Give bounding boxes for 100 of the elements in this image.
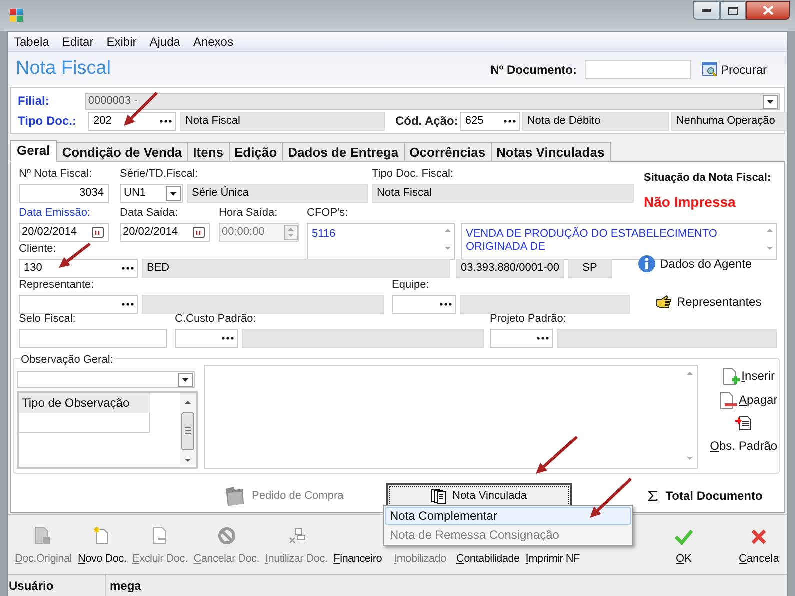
group-title: Observação Geral: — [20, 352, 114, 368]
text-field[interactable]: 3034 — [19, 184, 109, 203]
search-button[interactable]: Procurar — [702, 60, 767, 78]
tab[interactable]: Itens — [187, 142, 230, 162]
status-value: mega — [109, 578, 142, 595]
checkmark-icon — [674, 528, 693, 544]
observation-action-button[interactable]: Apagar — [720, 391, 778, 409]
field-label: Hora Saída: — [219, 207, 278, 220]
observation-action-button[interactable]: Obs. Padrão — [710, 415, 778, 455]
menu-item[interactable]: Ajuda — [150, 32, 180, 50]
maximize-icon — [728, 6, 738, 14]
caret-icon — [170, 192, 177, 196]
ellipsis-icon — [160, 120, 172, 123]
search-window-icon — [702, 62, 718, 77]
hand-pointing-icon — [656, 295, 673, 309]
status-label: Situação da Nota Fiscal: — [644, 171, 772, 186]
field-label: Nº Nota Fiscal: — [19, 168, 92, 181]
maximize-button[interactable] — [720, 1, 746, 20]
observation-action-button[interactable]: Inserir — [722, 367, 776, 385]
lookup-field[interactable]: 625 — [460, 112, 520, 131]
close-icon — [762, 6, 774, 15]
cfop-field[interactable]: 5116 — [307, 223, 455, 260]
close-button[interactable] — [746, 1, 790, 20]
menu-item[interactable]: Nota Complementar — [385, 507, 631, 525]
toolbar-button[interactable]: Financeiro — [330, 550, 386, 567]
tab[interactable]: Edição — [228, 142, 284, 162]
lookup-field[interactable] — [392, 295, 456, 314]
readonly-field: 03.393.880/0001-00 — [456, 259, 564, 278]
dropdown-button[interactable] — [763, 94, 778, 108]
status-value: Não Impressa — [644, 192, 737, 212]
document-icon — [35, 526, 52, 544]
minimize-button[interactable] — [693, 1, 720, 20]
toolbar-button[interactable]: Imprimir NF — [522, 550, 583, 567]
lookup-field[interactable] — [175, 329, 238, 348]
series-dropdown[interactable]: UN1 — [120, 184, 183, 203]
annotation-arrow — [590, 478, 632, 518]
lookup-field[interactable]: 202 — [88, 112, 176, 131]
menu-item[interactable]: Editar — [62, 32, 94, 50]
menu-item[interactable]: Anexos — [193, 32, 234, 50]
annotation-arrow — [536, 436, 578, 474]
list-header: Tipo de Observação — [19, 393, 150, 413]
toolbar-button[interactable]: Contabilidade — [453, 550, 523, 567]
field-label: Cliente: — [19, 243, 56, 256]
field-label: Tipo Doc.: — [18, 115, 76, 128]
field-label: Cód. Ação: — [395, 115, 458, 128]
page-title: Nota Fiscal — [16, 57, 112, 82]
readonly-field: Nota de Débito — [522, 112, 670, 131]
prohibited-icon — [218, 526, 236, 544]
ok-button[interactable]: OK — [674, 528, 693, 567]
representatives-button[interactable]: Representantes — [656, 293, 762, 311]
cancel-button[interactable]: Cancela — [738, 528, 780, 567]
date-field[interactable]: 20/02/2014 — [120, 223, 210, 242]
new-document-icon — [94, 526, 110, 544]
cfop-description-field[interactable]: VENDA DE PRODUÇÃO DO ESTABELECIMENTO ORIGINADA DE — [461, 223, 777, 260]
app-icon — [10, 9, 24, 23]
field-label: CFOP's: — [307, 207, 348, 220]
tab[interactable]: Ocorrências — [404, 142, 492, 162]
field-label: Projeto Padrão: — [490, 313, 566, 326]
field-label: Tipo Doc. Fiscal: — [372, 168, 454, 181]
calendar-icon — [92, 227, 104, 238]
toolbar-button[interactable]: Novo Doc. — [74, 526, 130, 567]
document-number-field[interactable] — [584, 60, 691, 79]
tab[interactable]: Dados de Entrega — [282, 142, 405, 162]
ellipsis-icon — [122, 267, 134, 270]
calendar-button[interactable] — [193, 226, 207, 240]
vertical-scrollbar[interactable] — [180, 393, 196, 467]
calendar-button[interactable] — [92, 226, 106, 240]
tab[interactable]: Notas Vinculadas — [490, 142, 611, 162]
field-label: Série/TD.Fiscal: — [120, 168, 198, 181]
tab[interactable]: Condição de Venda — [56, 142, 188, 162]
text-field[interactable] — [19, 329, 167, 348]
branch-dropdown[interactable]: 0000003 - — [85, 93, 780, 110]
dropdown-button[interactable] — [178, 372, 193, 386]
readonly-field: BED — [142, 259, 450, 278]
readonly-field: Série Única — [187, 184, 368, 203]
ellipsis-icon — [222, 337, 234, 340]
lookup-field[interactable] — [490, 329, 553, 348]
field-label: Nº Documento: — [490, 62, 577, 78]
caret-icon — [182, 378, 189, 382]
add-document-icon — [722, 368, 740, 384]
menu-item[interactable]: Tabela — [14, 32, 50, 50]
readonly-field: SP — [568, 259, 612, 278]
document-arrow-icon — [735, 415, 752, 431]
status-label: Usuário — [8, 575, 106, 596]
minimize-icon — [702, 9, 711, 12]
cross-icon — [751, 528, 768, 544]
date-field[interactable]: 20/02/2014 — [19, 223, 109, 242]
tab[interactable]: Geral — [10, 140, 58, 162]
annotation-arrow — [59, 242, 91, 268]
menu-item[interactable]: Exibir — [106, 32, 137, 50]
lookup-field[interactable]: 130 — [19, 259, 138, 278]
readonly-field: Nenhuma Operação — [671, 112, 788, 131]
caret-icon — [767, 100, 774, 104]
ellipsis-icon — [537, 337, 549, 340]
field-label: Selo Fiscal: — [19, 313, 76, 326]
dropdown-button[interactable] — [166, 186, 181, 201]
lookup-field[interactable] — [19, 295, 138, 314]
calendar-icon — [193, 227, 205, 238]
delete-document-icon — [152, 526, 168, 544]
total-document-button[interactable]: Total Documento — [648, 487, 763, 505]
